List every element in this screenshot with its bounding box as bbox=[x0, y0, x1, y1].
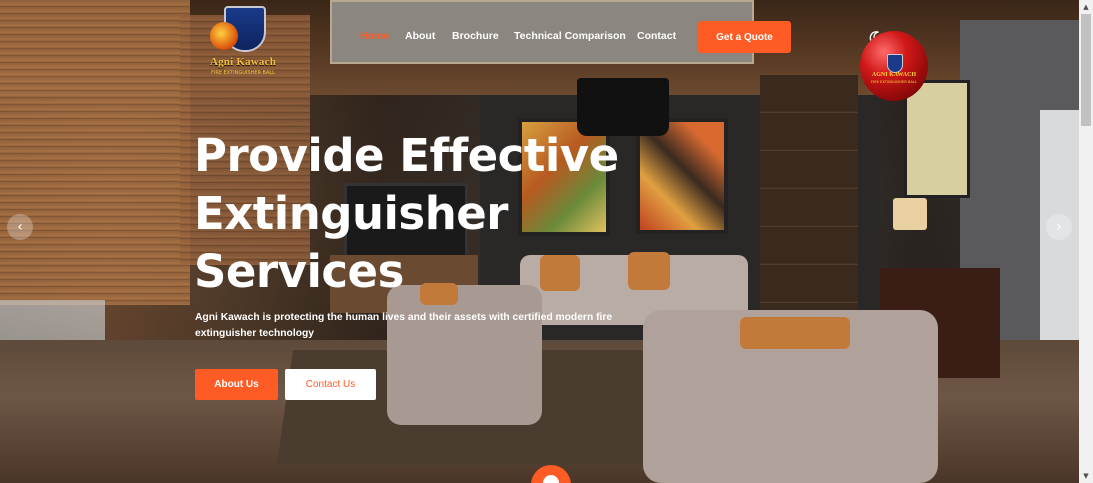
hero-headline: Provide Effective Extinguisher Services bbox=[194, 127, 624, 301]
logo-title: Agni Kawach bbox=[209, 56, 277, 68]
logo[interactable]: Agni Kawach FIRE EXTINGUISHER BALL bbox=[204, 4, 278, 76]
contact-us-button[interactable]: Contact Us bbox=[285, 369, 376, 400]
hero-description: Agni Kawach is protecting the human live… bbox=[195, 312, 613, 339]
nav-technical-comparison[interactable]: Technical Comparison bbox=[514, 30, 626, 42]
nav-brochure[interactable]: Brochure bbox=[452, 30, 499, 42]
headline-line-2: Extinguisher bbox=[194, 187, 508, 240]
carousel-prev-button[interactable]: ‹ bbox=[7, 214, 33, 240]
page-scrollbar[interactable]: ▲ ▼ bbox=[1079, 0, 1093, 483]
shield-icon bbox=[887, 54, 903, 73]
extinguisher-ball-image: AGNI KAWACH FIRE EXTINGUISHER BALL bbox=[860, 31, 928, 101]
chevron-left-icon: ‹ bbox=[17, 219, 23, 235]
nav-contact[interactable]: Contact bbox=[637, 30, 676, 42]
window-blinds bbox=[0, 0, 190, 305]
hero-slide: Agni Kawach FIRE EXTINGUISHER BALL Home … bbox=[0, 0, 1079, 483]
arrow-up-icon bbox=[543, 475, 559, 483]
headline-line-3: Services bbox=[194, 245, 404, 298]
armchair bbox=[387, 285, 542, 425]
nav-home[interactable]: Home bbox=[360, 30, 389, 42]
get-a-quote-button[interactable]: Get a Quote bbox=[698, 21, 791, 53]
pillow bbox=[740, 317, 850, 349]
ball-label: AGNI KAWACH bbox=[871, 72, 917, 78]
carousel-next-button[interactable]: › bbox=[1046, 214, 1072, 240]
logo-tagline: FIRE EXTINGUISHER BALL bbox=[211, 70, 275, 76]
nav-about[interactable]: About bbox=[405, 30, 435, 42]
fire-ball-icon bbox=[210, 22, 238, 50]
bookshelves bbox=[760, 75, 858, 315]
pillow bbox=[628, 252, 670, 290]
chevron-right-icon: › bbox=[1056, 219, 1062, 235]
headline-line-1: Provide Effective bbox=[194, 129, 619, 182]
scroll-up-icon[interactable]: ▲ bbox=[1079, 1, 1093, 13]
about-us-button[interactable]: About Us bbox=[195, 369, 278, 400]
ball-sublabel: FIRE EXTINGUISHER BALL bbox=[871, 80, 917, 84]
scrollbar-thumb[interactable] bbox=[1081, 14, 1091, 126]
wall-art-right bbox=[904, 80, 970, 198]
scroll-down-icon[interactable]: ▼ bbox=[1079, 470, 1093, 482]
table-lamp bbox=[893, 198, 927, 230]
